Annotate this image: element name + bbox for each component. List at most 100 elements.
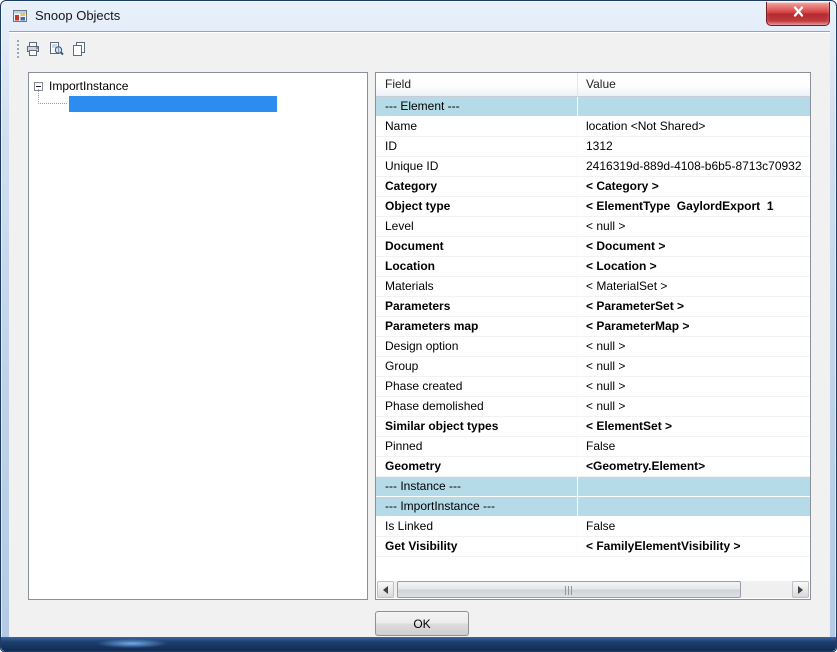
cell-value: < null > [578,377,810,397]
tree-connector [38,89,67,104]
column-header-value[interactable]: Value [578,73,810,96]
cell-value: <Geometry.Element> [578,457,810,477]
cell-field: Group [376,357,578,377]
cell-field: Materials [376,277,578,297]
cell-value: < null > [578,357,810,377]
snoop-objects-window: Snoop Objects [0,0,837,652]
print-preview-button[interactable] [46,38,68,60]
cell-field: --- Element --- [376,97,578,117]
cell-value: < ParameterSet > [578,297,810,317]
cell-value: < ElementType GaylordExport 1 [578,197,810,217]
thumb-grip-icon [565,586,573,595]
table-row[interactable]: Level < null > [376,217,810,237]
cell-value: 2416319d-889d-4108-b6b5-8713c70932 [578,157,810,177]
cell-field: Unique ID [376,157,578,177]
copy-icon [71,41,89,57]
cell-value: < ParameterMap > [578,317,810,337]
table-row[interactable]: Phase demolished < null > [376,397,810,417]
toolbar [9,34,830,62]
cell-field: Is Linked [376,517,578,537]
table-row[interactable]: Name location <Not Shared> [376,117,810,137]
table-row[interactable]: Category < Category > [376,177,810,197]
cell-value [578,97,810,117]
cell-field: Phase created [376,377,578,397]
cell-value [578,477,810,497]
cell-field: Parameters [376,297,578,317]
table-row[interactable]: Get Visibility < FamilyElementVisibility… [376,537,810,557]
table-row[interactable]: Materials < MaterialSet > [376,277,810,297]
app-icon [12,8,28,24]
print-button[interactable] [23,38,45,60]
print-preview-icon [48,41,66,57]
table-row[interactable]: Unique ID 2416319d-889d-4108-b6b5-8713c7… [376,157,810,177]
table-row[interactable]: Is Linked False [376,517,810,537]
cell-field: Category [376,177,578,197]
grid-header: Field Value [376,73,810,97]
scroll-left-button[interactable] [377,581,394,598]
table-row[interactable]: Document < Document > [376,237,810,257]
cell-field: Document [376,237,578,257]
cell-field: Name [376,117,578,137]
table-row[interactable]: Pinned False [376,437,810,457]
cell-field: Similar object types [376,417,578,437]
table-row[interactable]: ID 1312 [376,137,810,157]
table-row[interactable]: --- ImportInstance --- [376,497,810,517]
triangle-left-icon [383,586,388,594]
cell-field: Object type [376,197,578,217]
cell-value: < MaterialSet > [578,277,810,297]
cell-field: Geometry [376,457,578,477]
horizontal-scrollbar[interactable] [377,581,809,598]
copy-button[interactable] [69,38,91,60]
cell-value: < null > [578,217,810,237]
grid-body: --- Element --- Name location <Not Share… [376,97,810,581]
cell-field: Design option [376,337,578,357]
close-button[interactable] [766,2,830,26]
cell-field: Get Visibility [376,537,578,557]
tree-child-label: < location <Not Shared> 1312 > [100,113,273,127]
field-value-grid: Field Value --- Element --- Name locatio… [375,72,811,600]
cell-value: False [578,437,810,457]
table-row[interactable]: Similar object types < ElementSet > [376,417,810,437]
table-row[interactable]: Geometry <Geometry.Element> [376,457,810,477]
scrollbar-thumb[interactable] [397,581,741,598]
cell-value [578,497,810,517]
table-row[interactable]: Parameters map < ParameterMap > [376,317,810,337]
cell-field: Location [376,257,578,277]
dialog-body: ImportInstance < location <Not Shared> 1… [9,31,830,639]
cell-value: < ElementSet > [578,417,810,437]
cell-field: Parameters map [376,317,578,337]
window-title: Snoop Objects [35,1,120,30]
scrollbar-track[interactable] [394,581,792,598]
cell-value: < Document > [578,237,810,257]
cell-field: --- Instance --- [376,477,578,497]
tree-panel: ImportInstance < location <Not Shared> 1… [28,72,368,600]
column-header-field[interactable]: Field [376,73,578,96]
cell-value: < null > [578,337,810,357]
cell-field: Phase demolished [376,397,578,417]
triangle-right-icon [798,586,803,594]
cell-field: Pinned [376,437,578,457]
ok-button[interactable]: OK [375,611,469,636]
cell-value: False [578,517,810,537]
close-icon [791,5,806,23]
scroll-right-button[interactable] [792,581,809,598]
print-icon [25,41,43,57]
cell-value: < Category > [578,177,810,197]
table-row[interactable]: Group < null > [376,357,810,377]
toolbar-grip-icon[interactable] [17,40,20,58]
table-row[interactable]: --- Instance --- [376,477,810,497]
table-row[interactable]: Design option < null > [376,337,810,357]
cell-field: Level [376,217,578,237]
table-row[interactable]: Phase created < null > [376,377,810,397]
cell-value: < Location > [578,257,810,277]
table-row[interactable]: Object type < ElementType GaylordExport … [376,197,810,217]
tree-node-location-selected[interactable]: < location <Not Shared> 1312 > [69,96,277,112]
table-row[interactable]: Parameters < ParameterSet > [376,297,810,317]
cell-field: ID [376,137,578,157]
cell-value: < FamilyElementVisibility > [578,537,810,557]
window-bottom-frame [1,637,836,651]
cell-value: location <Not Shared> [578,117,810,137]
titlebar[interactable]: Snoop Objects [1,1,836,31]
table-row[interactable]: --- Element --- [376,97,810,117]
table-row[interactable]: Location < Location > [376,257,810,277]
